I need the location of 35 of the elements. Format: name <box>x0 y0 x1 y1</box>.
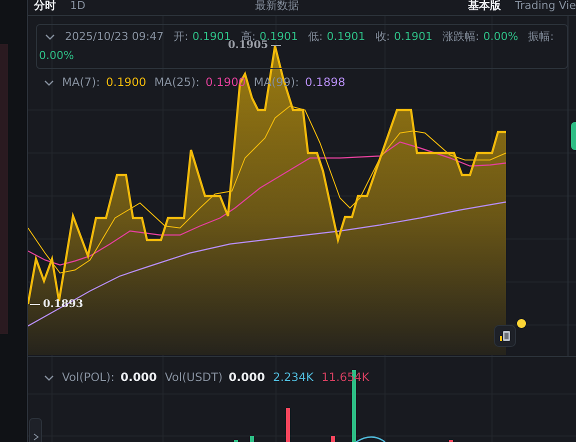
timeframe-tab[interactable]: 分时 <box>34 0 56 12</box>
field-label: 低: <box>308 29 323 45</box>
view-tab[interactable]: 基本版 <box>468 0 502 12</box>
leader-line <box>271 44 282 46</box>
timestamp: 2025/10/23 09:47 <box>65 29 164 45</box>
ma-label: MA(25): <box>154 74 200 91</box>
side-tab[interactable] <box>571 122 576 150</box>
expand-button[interactable] <box>29 418 42 442</box>
high-price-label: 0.1905 <box>228 39 268 51</box>
chevron-down-icon[interactable] <box>45 32 55 42</box>
volume-label: Vol(USDT) <box>164 369 223 386</box>
chevron-right-icon <box>32 433 38 441</box>
timeframe-tab[interactable]: 1D <box>70 0 86 12</box>
notification-dot <box>517 319 526 328</box>
field-label: 收: <box>375 29 390 45</box>
volume-ma-value: 2.234K <box>273 369 314 386</box>
view-tab[interactable]: Trading Vie <box>515 0 576 12</box>
ma-value: 0.1898 <box>305 74 346 91</box>
volume-value: 0.000 <box>120 369 157 386</box>
field-value: 0.1901 <box>326 29 366 45</box>
field-label: 振幅: <box>528 29 554 45</box>
ma-value: 0.1900 <box>106 74 146 91</box>
volume-label: Vol(POL): <box>62 369 114 386</box>
chevron-down-icon[interactable] <box>44 372 54 382</box>
field-value: 0.00% <box>39 48 74 64</box>
notes-button[interactable] <box>494 325 516 347</box>
field-label: 涨跌幅: <box>442 29 480 45</box>
data-selector[interactable]: 最新数据 <box>254 0 299 12</box>
field-value: 0.1901 <box>394 29 432 45</box>
field-label: 开: <box>174 29 188 45</box>
field-value: 0.00% <box>483 29 518 45</box>
volume-value: 0.000 <box>228 369 266 386</box>
ma-label: MA(7): <box>62 74 100 91</box>
chevron-down-icon[interactable] <box>44 78 54 88</box>
document-icon <box>499 330 511 342</box>
